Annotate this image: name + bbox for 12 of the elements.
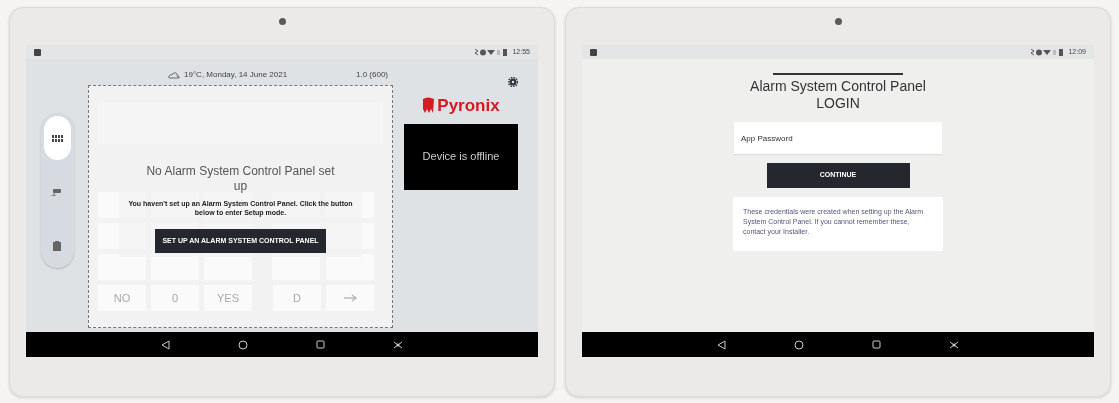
- keypad-key[interactable]: YES: [204, 285, 252, 311]
- keypad-key[interactable]: 0: [151, 285, 199, 311]
- login-subtitle: LOGIN: [816, 95, 860, 112]
- keypad-key[interactable]: NO: [98, 285, 146, 311]
- keypad-key[interactable]: D: [273, 285, 321, 311]
- weather-text: 19°C, Monday, 14 June 2021: [184, 69, 288, 81]
- status-text: Device is offline: [422, 149, 500, 164]
- brand-name: Pyronix: [437, 97, 500, 114]
- login-title: Alarm System Control Panel: [750, 78, 926, 95]
- version-text: 1.0 (600): [355, 69, 388, 81]
- message-title: No Alarm System Control Panel set up: [145, 164, 336, 194]
- password-field[interactable]: App Password: [734, 122, 942, 154]
